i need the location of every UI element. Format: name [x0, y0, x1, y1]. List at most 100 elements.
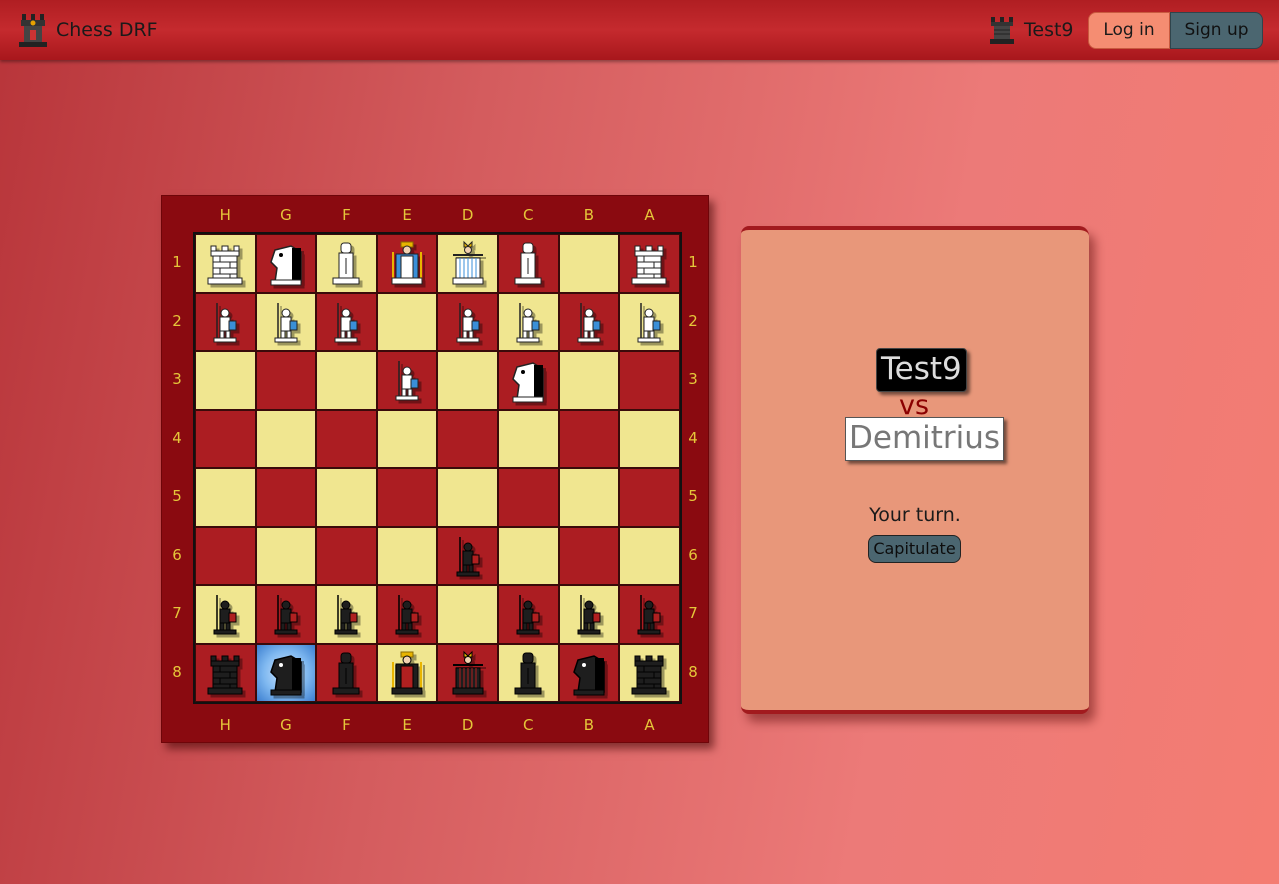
user-menu[interactable]: Test9 — [988, 15, 1074, 45]
square-g8[interactable] — [255, 643, 317, 702]
square-c5[interactable] — [497, 468, 559, 527]
white-pawn-icon[interactable] — [382, 355, 432, 405]
brand[interactable]: Chess DRF — [16, 12, 158, 48]
square-f7[interactable] — [316, 585, 377, 644]
square-a8[interactable] — [619, 643, 680, 702]
square-c1[interactable] — [497, 234, 559, 293]
black-pawn-icon[interactable] — [564, 589, 614, 639]
white-pawn-icon[interactable] — [200, 297, 250, 347]
white-pawn-icon[interactable] — [261, 297, 311, 347]
square-d6[interactable] — [437, 526, 498, 585]
square-d7[interactable] — [437, 585, 498, 644]
square-h3[interactable] — [195, 351, 256, 410]
black-pawn-icon[interactable] — [624, 589, 674, 639]
square-b4[interactable] — [558, 409, 620, 468]
square-e4[interactable] — [376, 409, 438, 468]
square-h1[interactable] — [195, 234, 256, 293]
black-pawn-icon[interactable] — [200, 589, 250, 639]
white-bishop-icon[interactable] — [321, 238, 371, 288]
square-e1[interactable] — [376, 234, 438, 293]
square-f5[interactable] — [316, 468, 377, 527]
square-d4[interactable] — [437, 409, 498, 468]
square-b1[interactable] — [558, 234, 620, 293]
black-pawn-icon[interactable] — [321, 589, 371, 639]
white-knight-icon[interactable] — [503, 355, 553, 405]
black-pawn-icon[interactable] — [382, 589, 432, 639]
white-knight-icon[interactable] — [261, 238, 311, 288]
login-button[interactable]: Log in — [1088, 12, 1170, 49]
square-c3[interactable] — [497, 351, 559, 410]
square-a1[interactable] — [619, 234, 680, 293]
white-pawn-icon[interactable] — [624, 297, 674, 347]
capitulate-button[interactable]: Capitulate — [868, 535, 961, 563]
black-king-icon[interactable] — [382, 648, 432, 698]
black-pawn-icon[interactable] — [261, 589, 311, 639]
signup-button[interactable]: Sign up — [1170, 12, 1263, 49]
black-rook-icon[interactable] — [624, 648, 674, 698]
square-a6[interactable] — [619, 526, 680, 585]
square-e2[interactable] — [376, 292, 438, 351]
square-c7[interactable] — [497, 585, 559, 644]
square-d5[interactable] — [437, 468, 498, 527]
black-rook-icon[interactable] — [200, 648, 250, 698]
square-h4[interactable] — [195, 409, 256, 468]
square-g7[interactable] — [255, 585, 317, 644]
square-f6[interactable] — [316, 526, 377, 585]
square-a3[interactable] — [619, 351, 680, 410]
square-g5[interactable] — [255, 468, 317, 527]
square-a5[interactable] — [619, 468, 680, 527]
square-c8[interactable] — [497, 643, 559, 702]
white-pawn-icon[interactable] — [443, 297, 493, 347]
square-c2[interactable] — [497, 292, 559, 351]
black-knight-icon[interactable] — [564, 648, 614, 698]
white-queen-icon[interactable] — [443, 238, 493, 288]
white-pawn-icon[interactable] — [564, 297, 614, 347]
square-f8[interactable] — [316, 643, 377, 702]
square-f1[interactable] — [316, 234, 377, 293]
square-h7[interactable] — [195, 585, 256, 644]
square-b8[interactable] — [558, 643, 620, 702]
black-pawn-icon[interactable] — [503, 589, 553, 639]
square-h8[interactable] — [195, 643, 256, 702]
square-e8[interactable] — [376, 643, 438, 702]
black-queen-icon[interactable] — [443, 648, 493, 698]
square-a7[interactable] — [619, 585, 680, 644]
square-h6[interactable] — [195, 526, 256, 585]
square-e3[interactable] — [376, 351, 438, 410]
square-b7[interactable] — [558, 585, 620, 644]
black-bishop-icon[interactable] — [503, 648, 553, 698]
white-rook-icon[interactable] — [200, 238, 250, 288]
square-c4[interactable] — [497, 409, 559, 468]
square-f2[interactable] — [316, 292, 377, 351]
square-d2[interactable] — [437, 292, 498, 351]
white-king-icon[interactable] — [382, 238, 432, 288]
square-a2[interactable] — [619, 292, 680, 351]
white-pawn-icon[interactable] — [503, 297, 553, 347]
square-g2[interactable] — [255, 292, 317, 351]
white-pawn-icon[interactable] — [321, 297, 371, 347]
square-g6[interactable] — [255, 526, 317, 585]
square-g3[interactable] — [255, 351, 317, 410]
white-bishop-icon[interactable] — [503, 238, 553, 288]
square-a4[interactable] — [619, 409, 680, 468]
square-g1[interactable] — [255, 234, 317, 293]
square-d8[interactable] — [437, 643, 498, 702]
black-bishop-icon[interactable] — [321, 648, 371, 698]
square-b6[interactable] — [558, 526, 620, 585]
square-f4[interactable] — [316, 409, 377, 468]
square-b2[interactable] — [558, 292, 620, 351]
square-f3[interactable] — [316, 351, 377, 410]
square-e6[interactable] — [376, 526, 438, 585]
square-b3[interactable] — [558, 351, 620, 410]
white-rook-icon[interactable] — [624, 238, 674, 288]
square-e5[interactable] — [376, 468, 438, 527]
square-c6[interactable] — [497, 526, 559, 585]
square-h5[interactable] — [195, 468, 256, 527]
black-pawn-icon[interactable] — [443, 531, 493, 581]
square-d3[interactable] — [437, 351, 498, 410]
square-d1[interactable] — [437, 234, 498, 293]
square-e7[interactable] — [376, 585, 438, 644]
black-knight-icon[interactable] — [261, 648, 311, 698]
square-b5[interactable] — [558, 468, 620, 527]
square-h2[interactable] — [195, 292, 256, 351]
